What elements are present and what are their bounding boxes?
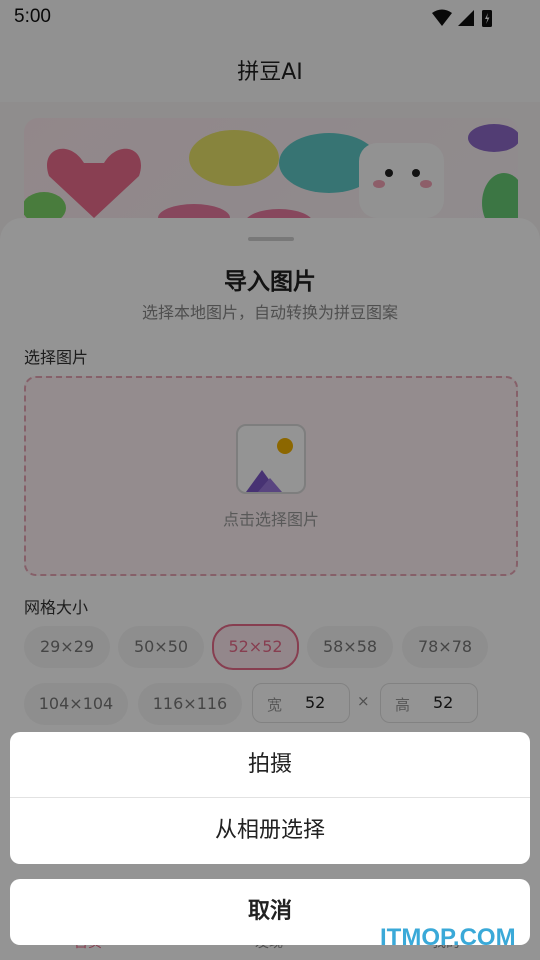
choose-from-album-option[interactable]: 从相册选择 (10, 798, 530, 864)
action-sheet-options: 拍摄 从相册选择 (10, 732, 530, 864)
take-photo-option[interactable]: 拍摄 (10, 732, 530, 798)
watermark: ITMOP.COM (380, 924, 516, 951)
